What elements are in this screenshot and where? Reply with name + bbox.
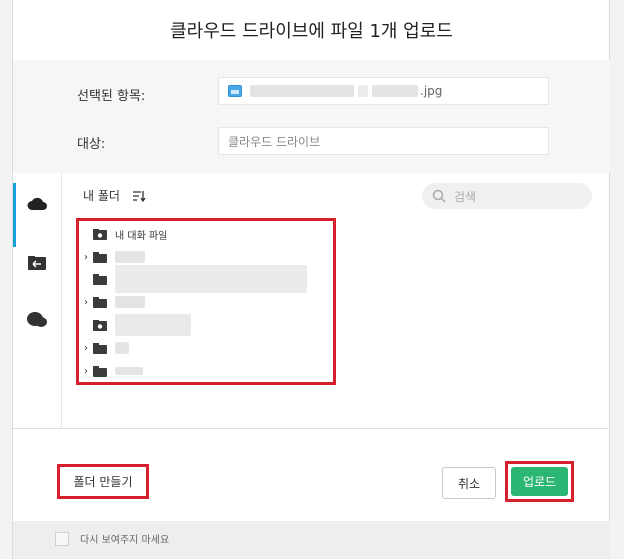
folder-icon (93, 296, 107, 308)
target-field: 클라우드 드라이브 (218, 127, 549, 155)
dont-show-label[interactable]: 다시 보여주지 마세요 (80, 531, 169, 546)
dialog-title: 클라우드 드라이브에 파일 1개 업로드 (170, 21, 453, 42)
file-extension: .jpg (420, 84, 443, 98)
tree-item-label-redacted (115, 251, 145, 263)
tree-row[interactable]: › (79, 292, 145, 312)
chat-bubble-icon (27, 312, 47, 327)
tree-item-label-redacted (115, 314, 191, 336)
tree-row[interactable]: › (79, 338, 129, 358)
chevron-right-icon[interactable]: › (79, 252, 93, 263)
folder-icon (93, 273, 107, 285)
sidebar-tab-cloud[interactable] (13, 183, 61, 247)
tree-item-label-redacted (115, 367, 143, 375)
folder-icon (93, 342, 107, 354)
dialog-left-edge (0, 0, 12, 559)
section-divider (13, 428, 610, 429)
tree-item-label: 내 대화 파일 (115, 230, 168, 242)
search-icon (432, 189, 446, 203)
chevron-right-icon[interactable]: › (79, 297, 93, 308)
file-name-redacted-part (358, 85, 368, 97)
sidebar-tab-transfer[interactable] (13, 243, 61, 283)
folder-browser: 내 폴더 검색 내 대화 파일 › › › › (62, 173, 610, 428)
folder-icon (93, 251, 107, 263)
tree-item-label-redacted (115, 296, 145, 308)
target-label: 대상: (77, 137, 106, 152)
chevron-right-icon[interactable]: › (79, 343, 93, 354)
sort-icon[interactable] (132, 190, 146, 202)
source-sidebar (13, 173, 62, 428)
folder-transfer-icon (28, 256, 46, 270)
dialog-right-edge (610, 0, 624, 559)
cancel-button[interactable]: 취소 (442, 467, 496, 499)
camera-folder-icon (93, 319, 107, 331)
tree-row[interactable]: 내 대화 파일 (79, 224, 167, 244)
upload-button-highlight: 업로드 (505, 461, 574, 502)
image-file-icon (228, 85, 242, 97)
file-name-redacted (250, 85, 354, 97)
selected-file-field: .jpg (218, 77, 549, 105)
tree-row[interactable]: › (79, 247, 145, 267)
my-folder-header: 내 폴더 (83, 187, 146, 204)
camera-folder-icon (93, 228, 107, 240)
cloud-icon (27, 197, 47, 210)
new-folder-button[interactable]: 폴더 만들기 (57, 464, 149, 499)
upload-button[interactable]: 업로드 (511, 467, 568, 496)
tree-row[interactable] (79, 314, 191, 336)
folder-icon (93, 365, 107, 377)
dont-show-checkbox[interactable] (55, 532, 69, 546)
file-name-redacted-part (372, 85, 418, 97)
search-placeholder: 검색 (454, 189, 477, 204)
upload-dialog: 클라우드 드라이브에 파일 1개 업로드 선택된 항목: .jpg 대상: 클라… (0, 0, 624, 559)
folder-tree: 내 대화 파일 › › › › (76, 218, 336, 385)
sidebar-tab-chat[interactable] (13, 300, 61, 340)
tree-item-label-redacted (115, 265, 307, 293)
my-folder-label: 내 폴더 (83, 189, 120, 203)
upload-info-section: 선택된 항목: .jpg 대상: 클라우드 드라이브 (13, 60, 610, 173)
search-input[interactable]: 검색 (422, 183, 592, 209)
tree-item-label-redacted (115, 342, 129, 354)
chevron-right-icon[interactable]: › (79, 366, 93, 377)
tree-row[interactable] (79, 265, 307, 293)
selected-item-label: 선택된 항목: (77, 89, 146, 104)
dialog-footer: 다시 보여주지 마세요 (13, 521, 610, 559)
tree-row[interactable]: › (79, 361, 143, 381)
